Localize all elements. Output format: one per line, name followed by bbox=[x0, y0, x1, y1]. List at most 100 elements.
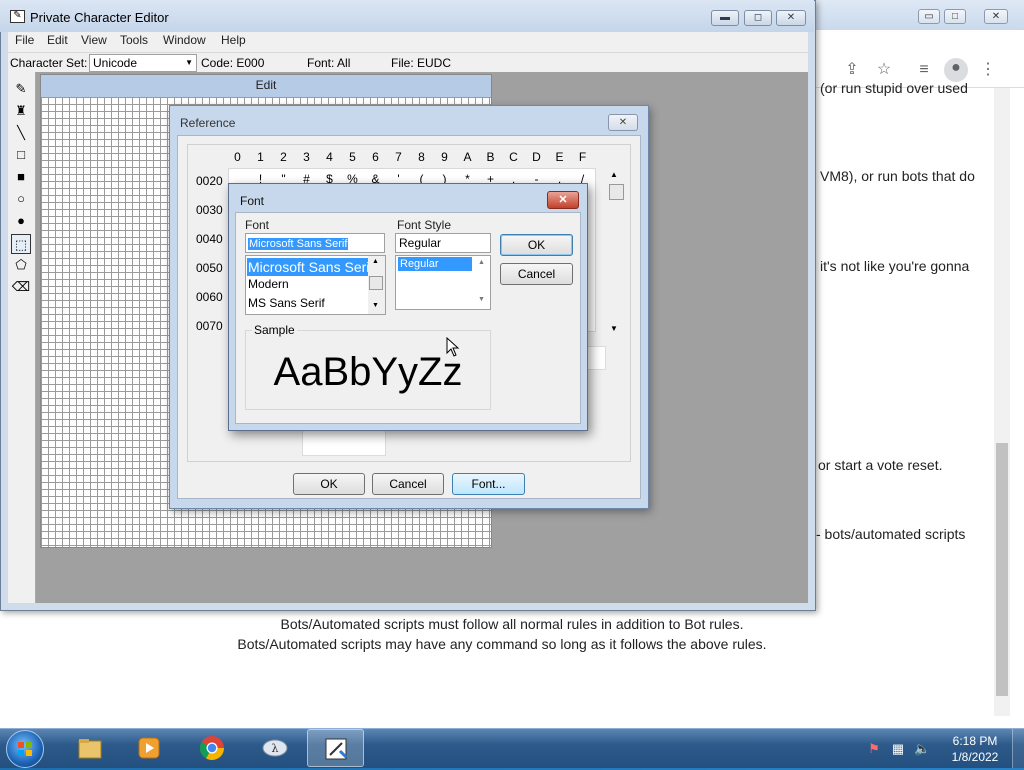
reference-row-header: 0020 bbox=[196, 174, 223, 188]
page-fragment: VM8), or run bots that do bbox=[820, 168, 975, 184]
reference-ok-button[interactable]: OK bbox=[293, 473, 365, 495]
menu-file[interactable]: File bbox=[15, 33, 34, 47]
kebab-menu-icon[interactable]: ⋮ bbox=[978, 60, 998, 80]
page-line: Bots/Automated scripts may have any comm… bbox=[237, 636, 767, 652]
start-button[interactable] bbox=[6, 730, 44, 768]
reference-font-button[interactable]: Font... bbox=[452, 473, 525, 495]
rectangular-selection-icon[interactable]: ⬚ bbox=[11, 234, 31, 254]
eraser-icon[interactable]: ⌫ bbox=[11, 277, 31, 297]
scroll-up-icon[interactable]: ▲ bbox=[610, 170, 618, 179]
network-error-icon[interactable]: ⚑ bbox=[866, 741, 882, 757]
font-list[interactable]: Microsoft Sans Serif Modern MS Sans Seri… bbox=[245, 255, 386, 315]
chrome-minimize-button[interactable]: ▭ bbox=[918, 9, 940, 24]
taskbar-private-character-editor[interactable] bbox=[307, 729, 364, 767]
media-player-icon bbox=[138, 737, 160, 759]
font-ok-button[interactable]: OK bbox=[500, 234, 573, 256]
reference-column-header: 9 bbox=[441, 150, 448, 164]
reference-column-header: B bbox=[486, 150, 495, 164]
taskbar-ime-pad[interactable]: λ bbox=[247, 729, 304, 767]
font-style-input[interactable]: Regular bbox=[395, 233, 491, 253]
ime-pad-icon: λ bbox=[262, 739, 288, 757]
filled-rectangle-icon[interactable]: ■ bbox=[11, 167, 31, 187]
windows-logo-icon bbox=[18, 742, 32, 756]
reference-column-header: D bbox=[532, 150, 541, 164]
pencil-icon[interactable]: ✎ bbox=[11, 79, 31, 99]
menu-view[interactable]: View bbox=[81, 33, 107, 47]
page-fragment: - bots/automated scripts bbox=[816, 526, 966, 542]
taskbar-file-explorer[interactable] bbox=[62, 729, 119, 767]
edit-panel-header: Edit bbox=[41, 75, 491, 97]
scroll-down-icon[interactable]: ▼ bbox=[610, 324, 618, 333]
reference-row-header: 0050 bbox=[196, 261, 223, 275]
line-icon[interactable]: ╲ bbox=[11, 123, 31, 143]
font-style-scrollbar[interactable]: ▲ ▼ bbox=[474, 256, 490, 309]
network-icon[interactable]: ▦ bbox=[890, 741, 906, 757]
menu-help[interactable]: Help bbox=[221, 33, 246, 47]
scroll-up-icon[interactable]: ▲ bbox=[372, 258, 379, 265]
font-cancel-button[interactable]: Cancel bbox=[500, 263, 573, 285]
font-style-label: Font Style bbox=[397, 218, 452, 232]
brush-icon[interactable]: ♜ bbox=[11, 101, 31, 121]
scroll-down-icon[interactable]: ▼ bbox=[478, 296, 485, 303]
charset-select[interactable]: Unicode ▼ bbox=[89, 54, 197, 72]
private-character-editor-icon bbox=[325, 738, 348, 760]
taskbar-chrome[interactable] bbox=[184, 729, 241, 767]
font-name-input[interactable]: Microsoft Sans Serif bbox=[245, 233, 385, 253]
font-list-item[interactable]: MS Sans Serif bbox=[247, 296, 325, 310]
page-scrollbar-thumb[interactable] bbox=[996, 443, 1008, 696]
font-list-item[interactable]: Microsoft Sans Serif bbox=[247, 258, 373, 276]
reference-scrollbar[interactable]: ▲ ▼ bbox=[608, 170, 626, 338]
taskbar-clock[interactable]: 6:18 PM 1/8/2022 bbox=[942, 733, 1008, 765]
hollow-ellipse-icon[interactable]: ○ bbox=[11, 189, 31, 209]
editor-title: Private Character Editor bbox=[30, 10, 169, 25]
playlist-icon[interactable]: ≡ bbox=[914, 60, 934, 80]
editor-app-icon: ✎ bbox=[10, 10, 25, 23]
reference-column-header: C bbox=[509, 150, 518, 164]
chrome-close-button[interactable]: ✕ bbox=[984, 9, 1008, 24]
chrome-icon bbox=[199, 736, 224, 761]
menu-edit[interactable]: Edit bbox=[47, 33, 68, 47]
reference-cancel-button[interactable]: Cancel bbox=[372, 473, 444, 495]
reference-column-header: 1 bbox=[257, 150, 264, 164]
star-icon[interactable]: ☆ bbox=[874, 60, 894, 80]
hollow-rectangle-icon[interactable]: □ bbox=[11, 145, 31, 165]
chrome-maximize-button[interactable]: □ bbox=[944, 9, 966, 24]
reference-preview bbox=[302, 428, 386, 456]
taskbar-media-player[interactable] bbox=[121, 729, 178, 767]
scroll-down-icon[interactable]: ▼ bbox=[372, 302, 379, 309]
volume-icon[interactable]: 🔈 bbox=[914, 741, 930, 757]
charset-value: Unicode bbox=[93, 56, 138, 70]
page-fragment: it's not like you're gonna bbox=[820, 258, 970, 274]
filled-ellipse-icon[interactable]: ● bbox=[11, 211, 31, 231]
reference-column-header: A bbox=[463, 150, 472, 164]
scroll-up-icon[interactable]: ▲ bbox=[478, 259, 485, 266]
menu-window[interactable]: Window bbox=[163, 33, 206, 47]
editor-maximize-button[interactable]: ◻ bbox=[744, 10, 772, 26]
font-list-scrollbar[interactable]: ▲ ▼ bbox=[368, 256, 385, 314]
file-readout: File: EUDC bbox=[391, 56, 452, 70]
menu-tools[interactable]: Tools bbox=[120, 33, 148, 47]
font-list-scroll-thumb[interactable] bbox=[369, 276, 383, 290]
reference-row-header: 0060 bbox=[196, 290, 223, 304]
profile-icon[interactable]: ● bbox=[944, 58, 968, 82]
editor-minimize-button[interactable]: ▬ bbox=[711, 10, 739, 26]
font-dialog-close-button[interactable]: ✕ bbox=[547, 191, 579, 209]
svg-text:λ: λ bbox=[272, 742, 279, 755]
reference-close-button[interactable]: ✕ bbox=[608, 114, 638, 131]
page-line: Bots/Automated scripts must follow all n… bbox=[280, 616, 744, 632]
editor-close-button[interactable]: ✕ bbox=[776, 10, 806, 26]
reference-column-header: 7 bbox=[395, 150, 402, 164]
show-desktop-button[interactable] bbox=[1012, 729, 1024, 768]
reference-row-header: 0070 bbox=[196, 319, 223, 333]
reference-scroll-thumb[interactable] bbox=[609, 184, 624, 200]
reference-column-header: E bbox=[555, 150, 564, 164]
clock-date: 1/8/2022 bbox=[951, 750, 999, 764]
font-list-item[interactable]: Modern bbox=[247, 277, 289, 291]
reference-column-header: 4 bbox=[326, 150, 333, 164]
share-icon[interactable]: ⇪ bbox=[842, 60, 862, 80]
freeform-selection-icon[interactable]: ⬠ bbox=[11, 255, 31, 275]
font-dialog-title: Font bbox=[240, 194, 265, 208]
code-readout: Code: E000 bbox=[201, 56, 265, 70]
font-style-list-item[interactable]: Regular bbox=[398, 257, 472, 271]
page-fragment: (or run stupid over used bbox=[820, 80, 968, 96]
